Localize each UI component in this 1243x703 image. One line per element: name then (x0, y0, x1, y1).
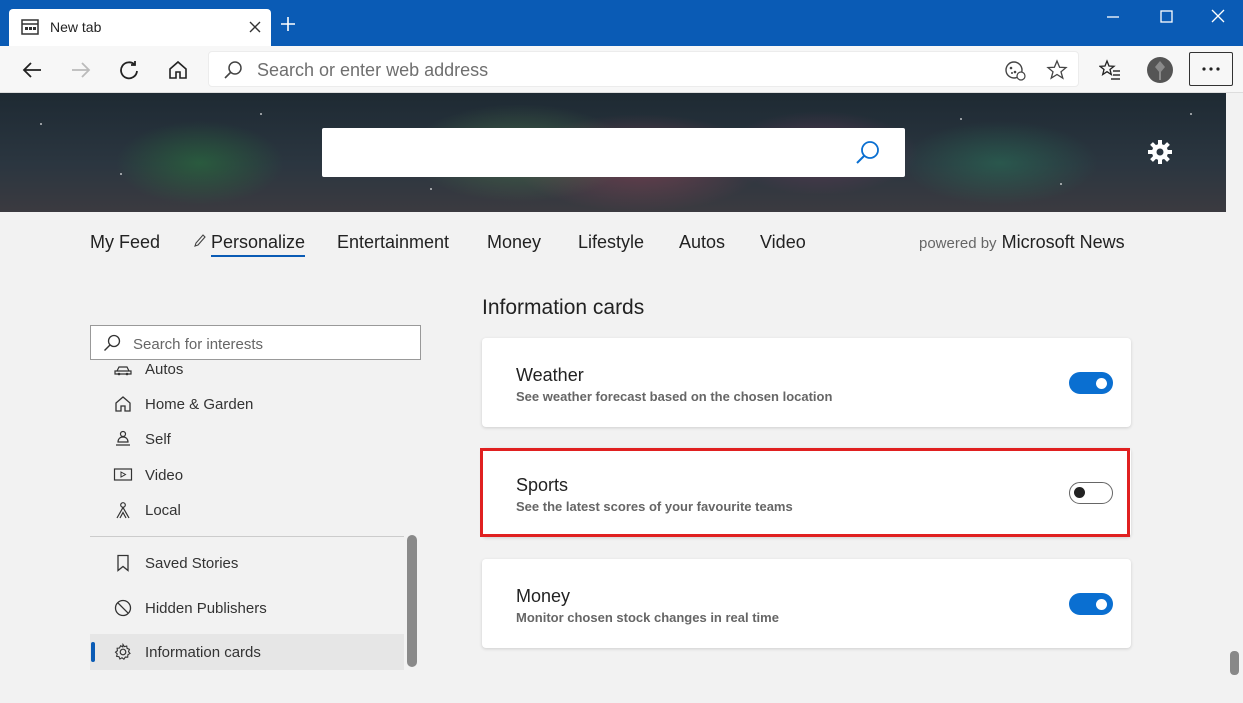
interests-search-input[interactable] (133, 334, 403, 354)
search-icon (224, 61, 242, 79)
powered-by-prefix: powered by (919, 235, 997, 252)
favorites-button[interactable] (1095, 55, 1125, 85)
new-tab-page-icon (21, 19, 39, 35)
card-title: Sports (516, 475, 569, 495)
interest-video[interactable]: Video (113, 462, 403, 488)
bookmark-icon (113, 553, 133, 573)
pencil-icon (194, 234, 206, 247)
refresh-button[interactable] (114, 55, 144, 85)
interest-label: Video (145, 466, 184, 484)
tab-title: New tab (50, 19, 102, 35)
sidebar-item-label: Saved Stories (145, 554, 239, 572)
refresh-icon (120, 61, 138, 80)
home-icon (113, 394, 133, 414)
card-money: Money Monitor chosen stock changes in re… (482, 559, 1131, 648)
back-button[interactable] (17, 55, 47, 85)
sidebar-item-hidden-publishers[interactable]: Hidden Publishers (113, 595, 403, 621)
close-window-icon[interactable] (1206, 5, 1230, 29)
address-input[interactable] (257, 58, 977, 82)
search-icon (104, 334, 121, 351)
nav-lifestyle[interactable]: Lifestyle (578, 232, 644, 253)
page-settings-gear-icon[interactable] (1146, 138, 1174, 166)
forward-button[interactable] (66, 55, 96, 85)
close-tab-icon[interactable] (245, 17, 265, 37)
toggle-knob (1096, 598, 1107, 610)
toggle-knob (1096, 377, 1107, 389)
local-icon (113, 500, 133, 520)
favorites-list-icon (1099, 59, 1120, 80)
card-description: See the latest scores of your favourite … (516, 499, 793, 514)
card-weather: Weather See weather forecast based on th… (482, 338, 1131, 427)
interest-self[interactable]: Self (113, 426, 403, 452)
sidebar-item-label: Hidden Publishers (145, 599, 267, 617)
nav-money[interactable]: Money (487, 232, 541, 253)
nav-autos[interactable]: Autos (679, 232, 725, 253)
page-scrollbar-thumb[interactable] (1230, 651, 1239, 675)
self-icon (113, 429, 133, 449)
interests-search-box (90, 325, 421, 360)
sidebar-item-information-cards[interactable]: Information cards (113, 639, 403, 665)
avatar (1147, 57, 1173, 83)
back-arrow-icon (22, 62, 41, 78)
sidebar-scrollbar-thumb[interactable] (407, 535, 417, 667)
settings-and-more-button[interactable] (1189, 52, 1233, 86)
nav-my-feed[interactable]: My Feed (90, 232, 160, 253)
card-sports: Sports See the latest scores of your fav… (482, 448, 1131, 537)
interest-local[interactable]: Local (113, 497, 403, 523)
minimize-icon[interactable] (1101, 5, 1125, 29)
interest-home-garden[interactable]: Home & Garden (113, 391, 403, 417)
section-title: Information cards (482, 296, 645, 319)
nav-entertainment[interactable]: Entertainment (337, 232, 449, 253)
home-icon (169, 60, 187, 79)
new-tab-plus-icon[interactable] (276, 12, 300, 36)
maximize-icon[interactable] (1154, 5, 1178, 29)
video-icon (113, 465, 133, 485)
profile-button[interactable] (1145, 55, 1175, 85)
interest-autos[interactable]: Autos (113, 357, 403, 381)
hero-background (0, 93, 1226, 212)
sidebar-selected-indicator (91, 642, 95, 662)
card-description: Monitor chosen stock changes in real tim… (516, 610, 779, 625)
home-button[interactable] (163, 55, 193, 85)
powered-by-label[interactable]: powered by Microsoft News (919, 232, 1125, 253)
sports-toggle[interactable] (1069, 482, 1113, 504)
browser-tab[interactable]: New tab (9, 9, 271, 46)
browser-toolbar (0, 46, 1243, 93)
web-search-box[interactable] (322, 128, 905, 177)
sidebar-divider (90, 536, 404, 537)
microsoft-news-brand: Microsoft News (1001, 232, 1125, 252)
car-icon (113, 359, 133, 379)
tracking-prevention-icon[interactable] (1004, 59, 1026, 81)
gear-icon (113, 642, 133, 662)
sidebar-item-label: Information cards (145, 643, 261, 661)
title-bar: New tab (0, 0, 1243, 46)
toggle-knob (1074, 487, 1085, 498)
card-title: Weather (516, 365, 584, 385)
page-scrollbar[interactable] (1226, 93, 1243, 703)
block-icon (113, 598, 133, 618)
nav-personalize[interactable]: Personalize (211, 232, 306, 257)
search-icon[interactable] (855, 140, 881, 166)
interest-label: Home & Garden (145, 395, 254, 413)
interest-label: Self (145, 430, 171, 448)
more-dots-icon (1202, 67, 1220, 71)
nav-video[interactable]: Video (760, 232, 806, 253)
card-description: See weather forecast based on the chosen… (516, 389, 833, 404)
money-toggle[interactable] (1069, 593, 1113, 615)
card-title: Money (516, 586, 571, 606)
favorite-star-icon[interactable] (1046, 59, 1068, 81)
interest-label: Autos (145, 360, 184, 378)
interest-label: Local (145, 501, 181, 519)
weather-toggle[interactable] (1069, 372, 1113, 394)
address-bar (208, 51, 1079, 87)
forward-arrow-icon (72, 62, 91, 78)
sidebar-item-saved-stories[interactable]: Saved Stories (113, 550, 403, 576)
